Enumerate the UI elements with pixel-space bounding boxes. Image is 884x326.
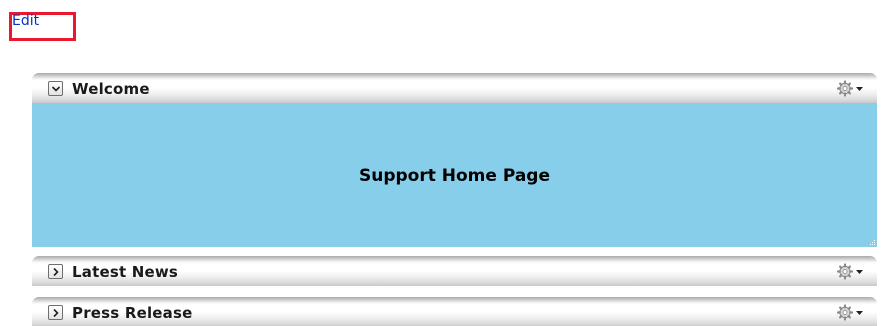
chevron-right-icon[interactable]	[48, 264, 63, 279]
panel-title-latest-news: Latest News	[72, 263, 179, 281]
resize-grip-icon[interactable]	[870, 240, 876, 246]
gear-icon[interactable]	[836, 304, 867, 321]
page: Edit Welcome Support Home Page Latest Ne…	[0, 0, 884, 326]
panel-title-welcome: Welcome	[72, 80, 150, 98]
panel-body-heading: Support Home Page	[358, 166, 551, 186]
chevron-right-icon[interactable]	[48, 305, 63, 320]
gear-icon[interactable]	[836, 263, 867, 280]
panel-title-press-release: Press Release	[72, 304, 193, 322]
panel-header-welcome: Welcome	[32, 73, 877, 103]
chevron-down-icon[interactable]	[48, 81, 63, 96]
edit-link[interactable]: Edit	[12, 13, 39, 29]
panel-header-press-release: Press Release	[32, 297, 877, 326]
panel-header-latest-news: Latest News	[32, 256, 877, 286]
panel-body-welcome: Support Home Page	[32, 103, 877, 247]
gear-icon[interactable]	[836, 80, 867, 97]
